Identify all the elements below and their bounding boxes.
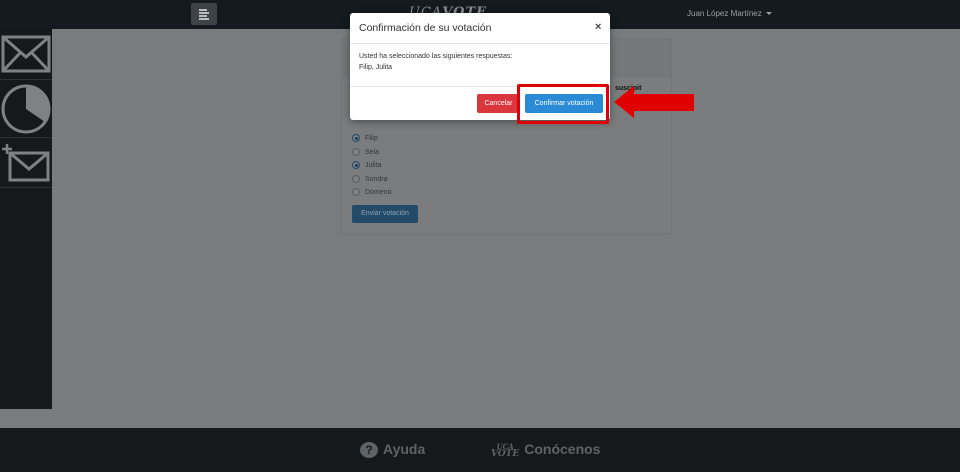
highlight-box bbox=[517, 84, 609, 124]
radio-unchecked-icon[interactable] bbox=[352, 188, 360, 197]
selected-answers: Filip, Julita bbox=[359, 64, 393, 71]
radio-checked-icon[interactable] bbox=[352, 134, 360, 143]
poll-option-julita[interactable]: Julita bbox=[352, 161, 381, 171]
poll-option-sela[interactable]: Sela bbox=[352, 148, 379, 158]
option-label: Sela bbox=[365, 149, 380, 156]
caret-down-icon bbox=[765, 12, 772, 16]
help-link[interactable]: ? Ayuda bbox=[360, 441, 426, 459]
about-link[interactable]: UCA VOTE Conócenos bbox=[491, 441, 600, 458]
sidebar bbox=[0, 29, 52, 409]
footer: ? Ayuda UCA VOTE Conócenos bbox=[0, 428, 960, 472]
user-name: Juan López Martínez bbox=[687, 9, 762, 18]
new-envelope-icon bbox=[2, 144, 50, 182]
about-label: Conócenos bbox=[524, 441, 601, 457]
menu-toggle-button[interactable] bbox=[191, 3, 217, 25]
sidebar-item-inbox[interactable] bbox=[0, 29, 52, 80]
poll-option-filip[interactable]: Filip bbox=[352, 134, 378, 144]
modal-divider bbox=[350, 43, 610, 44]
option-label: Domenic bbox=[365, 189, 393, 196]
sidebar-item-results[interactable] bbox=[0, 80, 52, 138]
sidebar-item-new-poll[interactable] bbox=[0, 138, 52, 188]
hamburger-icon bbox=[199, 9, 207, 11]
submit-vote-button[interactable]: Enviar votación bbox=[352, 205, 418, 223]
help-label: Ayuda bbox=[383, 441, 426, 457]
poll-option-domenic[interactable]: Domenic bbox=[352, 188, 393, 198]
envelope-icon bbox=[1, 35, 51, 73]
close-icon[interactable]: × bbox=[595, 21, 601, 33]
user-menu[interactable]: Juan López Martínez bbox=[687, 9, 772, 18]
radio-unchecked-icon[interactable] bbox=[352, 175, 360, 184]
uca-vote-logo: UCA VOTE bbox=[491, 443, 520, 459]
hamburger-line bbox=[199, 18, 209, 20]
option-label: Filip bbox=[365, 135, 378, 142]
logo-bottom-text: VOTE bbox=[491, 448, 520, 459]
modal-title: Confirmación de su votación bbox=[359, 22, 492, 34]
help-icon: ? bbox=[360, 442, 378, 459]
pie-chart-icon bbox=[1, 84, 51, 134]
option-label: Sondra bbox=[365, 176, 388, 183]
red-arrow-icon bbox=[614, 86, 694, 118]
radio-checked-icon[interactable] bbox=[352, 161, 360, 170]
cancel-button[interactable]: Cancelar bbox=[477, 94, 520, 113]
poll-option-sondra[interactable]: Sondra bbox=[352, 175, 388, 185]
hamburger-line bbox=[199, 12, 209, 14]
option-label: Julita bbox=[365, 162, 382, 169]
modal-message: Usted ha seleccionado las siguientes res… bbox=[359, 53, 513, 60]
radio-unchecked-icon[interactable] bbox=[352, 148, 360, 157]
hamburger-line bbox=[199, 15, 207, 17]
